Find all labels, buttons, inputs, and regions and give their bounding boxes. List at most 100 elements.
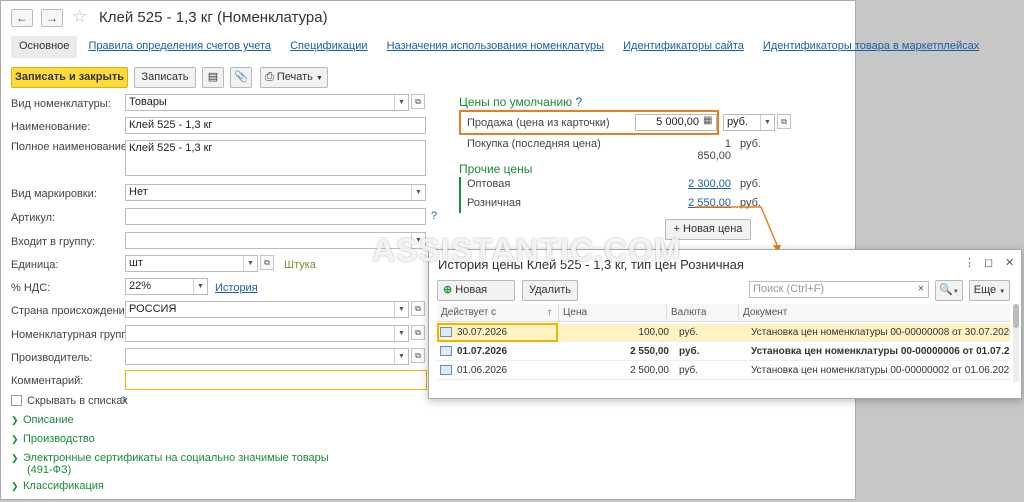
chevron-down-icon[interactable]: ▼: [760, 115, 774, 130]
purchase-price-value: 1 850,00: [697, 138, 731, 162]
chevron-down-icon: ▼: [315, 75, 323, 82]
fullname-input[interactable]: Клей 525 - 1,3 кг: [125, 140, 426, 176]
chevron-down-icon[interactable]: ▼: [411, 185, 425, 200]
favorite-star-icon[interactable]: ☆: [72, 7, 87, 27]
help-icon[interactable]: ?: [576, 95, 583, 109]
marking-value: Нет: [129, 186, 148, 198]
currency-select[interactable]: руб. ▼: [723, 114, 775, 131]
tab-site-ids[interactable]: Идентификаторы сайта: [615, 36, 752, 58]
tab-bar: Основное Правила определения счетов учет…: [11, 36, 979, 58]
hide-label: Скрывать в списках: [27, 395, 128, 407]
table-row[interactable]: 30.07.2026 100,00 руб. Установка цен ном…: [437, 323, 1010, 342]
tab-account-rules[interactable]: Правила определения счетов учета: [80, 36, 279, 58]
chevron-down-icon: ▼: [999, 289, 1006, 295]
open-icon[interactable]: ⧉: [411, 325, 425, 340]
unit-label: Единица:: [11, 259, 59, 271]
save-button[interactable]: Записать: [134, 67, 196, 88]
nomgroup-select[interactable]: ▼: [125, 325, 409, 342]
tab-usage[interactable]: Назначения использования номенклатуры: [379, 36, 613, 58]
section-description[interactable]: ❯ Описание: [11, 414, 74, 426]
row-price: 100,00: [638, 327, 669, 338]
nomgroup-label: Номенклатурная группа:: [11, 329, 137, 341]
section-certificates[interactable]: ❯ Электронные сертификаты на социально зн…: [11, 452, 329, 464]
country-select[interactable]: РОССИЯ ▼: [125, 301, 409, 318]
vat-history-link[interactable]: История: [215, 282, 258, 294]
chevron-down-icon[interactable]: ▼: [394, 349, 408, 364]
report-icon[interactable]: ▤: [202, 67, 224, 88]
column-header-currency[interactable]: Валюта: [667, 304, 739, 322]
help-icon[interactable]: ?: [431, 210, 437, 222]
sale-price-label: Продажа (цена из карточки): [467, 117, 610, 129]
producer-label: Производитель:: [11, 352, 93, 364]
producer-select[interactable]: ▼: [125, 348, 409, 365]
article-input[interactable]: [125, 208, 426, 225]
table-row[interactable]: 01.07.2026 2 550,00 руб. Установка цен н…: [437, 343, 1010, 361]
price-history-window: История цены Клей 525 - 1,3 кг, тип цен …: [428, 249, 1022, 399]
section-label: Производство: [23, 433, 95, 445]
more-actions-icon[interactable]: ⋮: [964, 256, 975, 269]
vat-select[interactable]: 22% ▼: [125, 278, 208, 295]
row-document: Установка цен номенклатуры 00-00000006 о…: [751, 346, 1010, 357]
type-select[interactable]: Товары ▼: [125, 94, 409, 111]
search-input[interactable]: Поиск (Ctrl+F): [749, 281, 929, 298]
name-input[interactable]: Клей 525 - 1,3 кг: [125, 117, 426, 134]
other-prices-title: Прочие цены: [459, 162, 533, 176]
column-header-price[interactable]: Цена: [559, 304, 667, 322]
forward-button[interactable]: →: [41, 9, 63, 27]
table-row[interactable]: 01.06.2026 2 500,00 руб. Установка цен н…: [437, 362, 1010, 380]
open-icon[interactable]: ⧉: [411, 301, 425, 316]
close-icon[interactable]: ✕: [1005, 256, 1014, 269]
section-certificates-law: (491-ФЗ): [27, 464, 72, 476]
row-currency: руб.: [679, 346, 700, 357]
clear-icon[interactable]: ✕: [914, 282, 928, 297]
chevron-down-icon[interactable]: ▼: [394, 326, 408, 341]
attach-icon[interactable]: 📎: [230, 67, 252, 88]
chevron-down-icon[interactable]: ▼: [394, 302, 408, 317]
wholesale-price-link[interactable]: 2 300,00: [681, 178, 731, 190]
open-icon[interactable]: ⧉: [260, 255, 274, 270]
tab-specifications[interactable]: Спецификации: [282, 36, 375, 58]
chevron-right-icon: ❯: [11, 453, 19, 463]
save-and-close-button[interactable]: Записать и закрыть: [11, 67, 128, 88]
row-price: 2 500,00: [630, 365, 669, 376]
print-button[interactable]: ⎙ Печать ▼: [260, 67, 328, 88]
search-button[interactable]: 🔍▼: [935, 280, 963, 301]
section-label: Описание: [23, 414, 74, 426]
unit-full-name: Штука: [284, 259, 316, 271]
open-icon[interactable]: ⧉: [411, 94, 425, 109]
help-icon[interactable]: ?: [120, 395, 126, 407]
chevron-down-icon[interactable]: ▼: [411, 233, 425, 248]
unit-select[interactable]: шт ▼: [125, 255, 258, 272]
fullname-label: Полное наименование:: [11, 141, 131, 153]
chevron-down-icon[interactable]: ▼: [243, 256, 257, 271]
scrollbar[interactable]: [1013, 304, 1019, 382]
column-label: Действует с: [441, 307, 497, 318]
tab-marketplace-ids[interactable]: Идентификаторы товара в маркетплейсах: [755, 36, 987, 58]
open-icon[interactable]: ⧉: [777, 114, 791, 129]
maximize-icon[interactable]: ◻: [984, 256, 993, 269]
search-icon: 🔍: [939, 284, 953, 296]
marking-select[interactable]: Нет ▼: [125, 184, 426, 201]
delete-button[interactable]: Удалить: [522, 280, 578, 301]
scrollbar-thumb[interactable]: [1013, 304, 1019, 328]
hide-checkbox[interactable]: [11, 395, 22, 406]
row-date: 30.07.2026: [457, 327, 508, 338]
purchase-price-label: Покупка (последняя цена): [467, 138, 601, 150]
back-button[interactable]: ←: [11, 9, 33, 27]
column-header-date[interactable]: Действует с ↑: [437, 304, 559, 322]
row-currency: руб.: [679, 327, 699, 338]
more-button[interactable]: Еще ▼: [969, 280, 1010, 301]
comment-input[interactable]: [125, 370, 427, 390]
history-new-price-button[interactable]: ⊕ Новая цена: [437, 280, 515, 315]
group-label: Входит в группу:: [11, 236, 95, 248]
chevron-down-icon[interactable]: ▼: [193, 279, 207, 294]
section-production[interactable]: ❯ Производство: [11, 433, 95, 445]
tab-main[interactable]: Основное: [11, 36, 78, 58]
group-select[interactable]: ▼: [125, 232, 426, 249]
open-icon[interactable]: ⧉: [411, 348, 425, 363]
chevron-down-icon[interactable]: ▼: [394, 95, 408, 110]
calculator-icon[interactable]: ▦: [703, 115, 712, 126]
column-header-document[interactable]: Документ: [739, 304, 1010, 322]
more-label: Еще: [973, 284, 997, 296]
section-classification[interactable]: ❯ Классификация: [11, 480, 104, 492]
